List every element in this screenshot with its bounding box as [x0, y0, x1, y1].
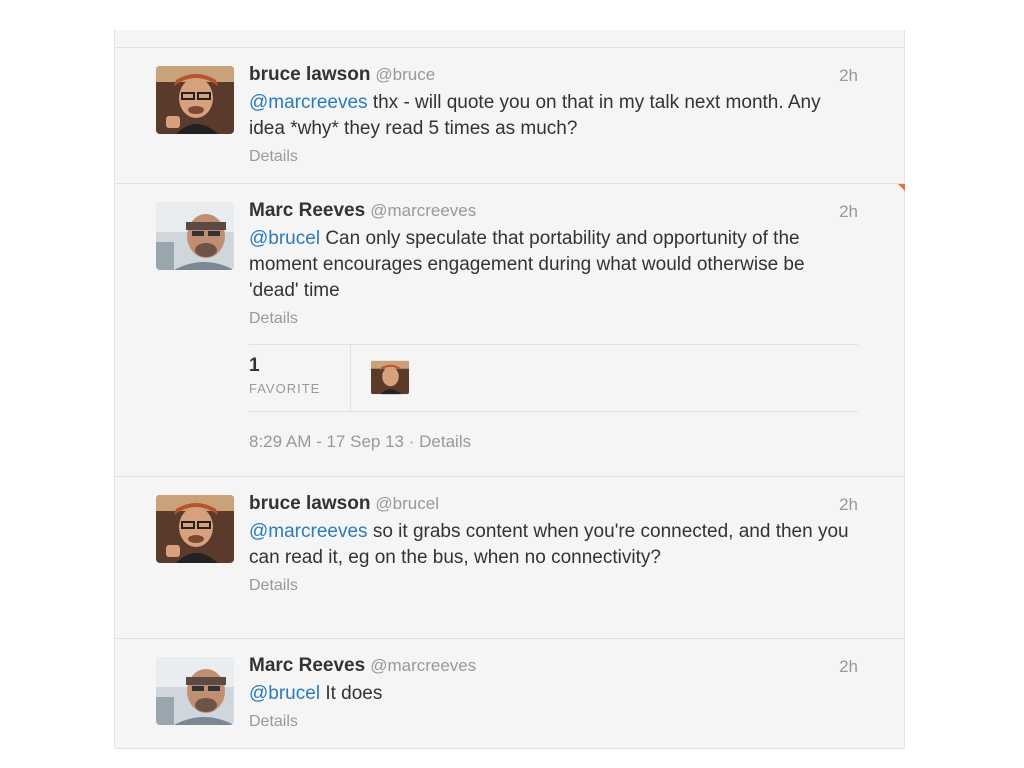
mention-link[interactable]: @marcreeves	[249, 92, 368, 113]
marc-avatar[interactable]	[156, 657, 234, 725]
tweet-item[interactable]: bruce lawson @bruce 2h @marcreeves thx - …	[115, 48, 904, 184]
details-link[interactable]: Details	[249, 310, 298, 328]
tweet-time[interactable]: 2h	[839, 495, 858, 515]
tweet-time[interactable]: 2h	[839, 202, 858, 222]
mention-link[interactable]: @brucel	[249, 683, 320, 704]
tweet-header: bruce lawson @brucel 2h	[249, 493, 858, 519]
favorite-stat[interactable]: 1 FAVORITE	[249, 345, 351, 411]
author-name[interactable]: Marc Reeves	[249, 200, 365, 221]
author-username[interactable]: @bruce	[375, 65, 435, 84]
tweet-text: @marcreeves thx - will quote you on that…	[249, 90, 858, 142]
tweet-time[interactable]: 2h	[839, 66, 858, 86]
timeline-top-strip	[115, 30, 904, 48]
tweet-body: Can only speculate that portability and …	[249, 228, 805, 301]
tweet-timeline: bruce lawson @bruce 2h @marcreeves thx - …	[114, 30, 905, 749]
details-link[interactable]: Details	[249, 148, 298, 166]
favorite-count: 1	[249, 355, 260, 376]
tweet-item-expanded[interactable]: Marc Reeves @marcreeves 2h @brucel Can on…	[115, 184, 905, 477]
favorite-label: FAVORITE	[249, 381, 321, 396]
author-username[interactable]: @brucel	[375, 494, 439, 513]
author-name[interactable]: bruce lawson	[249, 64, 370, 85]
meta-separator: ·	[408, 432, 415, 451]
tweet-stats: 1 FAVORITE	[249, 344, 858, 412]
tweet-text: @brucel It does	[249, 681, 858, 707]
bruce-avatar[interactable]	[156, 66, 234, 134]
details-link[interactable]: Details	[249, 577, 298, 595]
mention-link[interactable]: @marcreeves	[249, 521, 368, 542]
bruce-avatar[interactable]	[371, 360, 409, 395]
tweet-item[interactable]: Marc Reeves @marcreeves 2h @brucel It doe…	[115, 639, 904, 749]
details-link[interactable]: Details	[249, 713, 298, 731]
author-username[interactable]: @marcreeves	[370, 201, 476, 220]
meta-details-link[interactable]: Details	[419, 432, 471, 451]
tweet-timestamp[interactable]: 8:29 AM - 17 Sep 13	[249, 432, 404, 451]
favoriters-list	[351, 345, 409, 411]
tweet-text: @marcreeves so it grabs content when you…	[249, 519, 858, 571]
tweet-meta: 8:29 AM - 17 Sep 13 · Details	[249, 432, 858, 452]
bruce-avatar[interactable]	[156, 495, 234, 563]
mention-link[interactable]: @brucel	[249, 228, 320, 249]
author-username[interactable]: @marcreeves	[370, 656, 476, 675]
tweet-header: Marc Reeves @marcreeves 2h	[249, 655, 858, 681]
tweet-body: It does	[320, 683, 383, 704]
corner-marker	[898, 184, 905, 191]
tweet-header: Marc Reeves @marcreeves 2h	[249, 200, 858, 226]
tweet-header: bruce lawson @bruce 2h	[249, 64, 858, 90]
author-name[interactable]: bruce lawson	[249, 493, 370, 514]
marc-avatar[interactable]	[156, 202, 234, 270]
tweet-time[interactable]: 2h	[839, 657, 858, 677]
author-name[interactable]: Marc Reeves	[249, 655, 365, 676]
tweet-text: @brucel Can only speculate that portabil…	[249, 226, 858, 304]
tweet-item[interactable]: bruce lawson @brucel 2h @marcreeves so it…	[115, 477, 904, 639]
